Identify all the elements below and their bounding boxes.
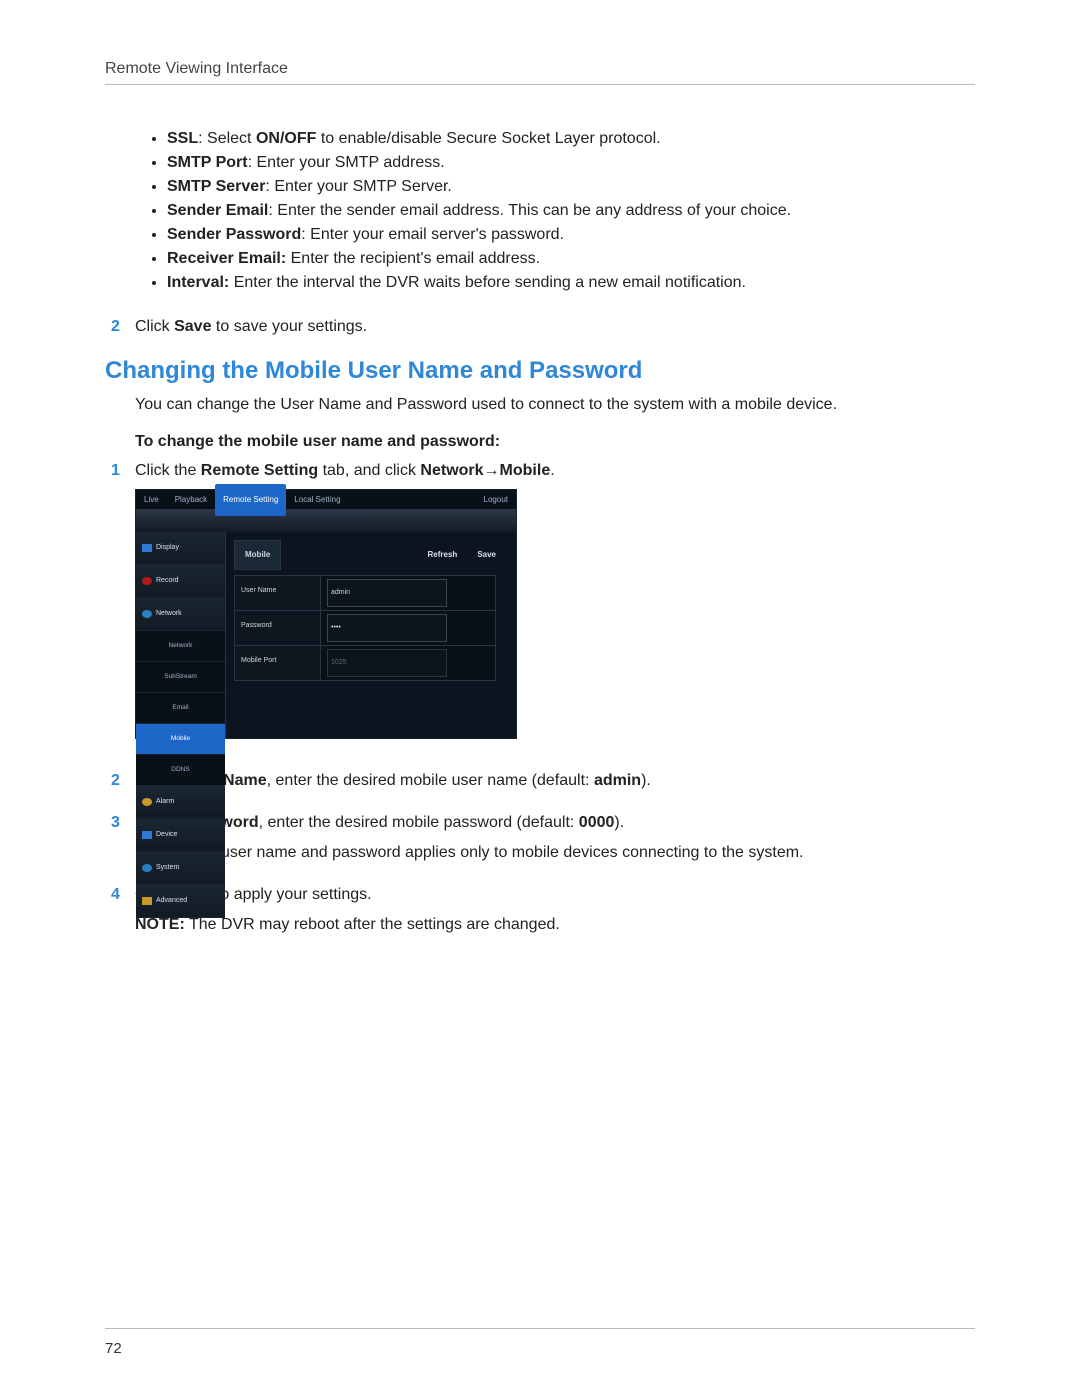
- list-item: SMTP Port: Enter your SMTP address.: [167, 151, 975, 175]
- screenshot-main-panel: Mobile Refresh Save User Name admin Pass…: [226, 532, 516, 738]
- step-row: 2 Click Save to save your settings.: [105, 315, 975, 339]
- tab-remote-setting: Remote Setting: [215, 484, 286, 516]
- list-item: Sender Email: Enter the sender email add…: [167, 199, 975, 223]
- section-heading: Changing the Mobile User Name and Passwo…: [105, 357, 975, 385]
- panel-title: Mobile: [234, 540, 281, 570]
- sidebar-sub-mobile: Mobile: [136, 724, 225, 755]
- form-row-mobile-port: Mobile Port 1025: [234, 645, 496, 681]
- footer-rule: [105, 1328, 975, 1329]
- screenshot-tabs: Live Playback Remote Setting Local Setti…: [136, 490, 516, 510]
- form-row-password: Password ••••: [234, 610, 496, 646]
- section-intro: You can change the User Name and Passwor…: [135, 393, 975, 417]
- page-number: 72: [105, 1340, 122, 1357]
- list-item: Interval: Enter the interval the DVR wai…: [167, 271, 975, 295]
- screenshot-dvr-interface: Live Playback Remote Setting Local Setti…: [135, 489, 517, 739]
- step-body: Under User Name, enter the desired mobil…: [135, 769, 975, 793]
- list-item: SSL: Select ON/OFF to enable/disable Sec…: [167, 127, 975, 151]
- step-row: 4 Click Save to apply your settings. NOT…: [105, 883, 975, 937]
- step-number: 2: [105, 769, 135, 793]
- tab-live: Live: [136, 484, 167, 516]
- sidebar-item-device: Device: [136, 819, 225, 852]
- tab-logout: Logout: [476, 484, 516, 516]
- step-body: Click the Remote Setting tab, and click …: [135, 459, 975, 751]
- refresh-button: Refresh: [428, 543, 458, 567]
- sidebar-sub-email: Email: [136, 693, 225, 724]
- section-subheading: To change the mobile user name and passw…: [135, 433, 975, 451]
- sidebar-sub-substream: SubStream: [136, 662, 225, 693]
- step-number: 1: [105, 459, 135, 751]
- tab-local-setting: Local Setting: [286, 484, 348, 516]
- form-row-username: User Name admin: [234, 575, 496, 611]
- sidebar-item-advanced: Advanced: [136, 885, 225, 918]
- list-item: SMTP Server: Enter your SMTP Server.: [167, 175, 975, 199]
- step-body: Under Password, enter the desired mobile…: [135, 811, 975, 865]
- save-button: Save: [477, 543, 496, 567]
- step-row: 3 Under Password, enter the desired mobi…: [105, 811, 975, 865]
- tab-playback: Playback: [167, 484, 215, 516]
- sidebar-item-alarm: Alarm: [136, 786, 225, 819]
- step-row: 1 Click the Remote Setting tab, and clic…: [105, 459, 975, 751]
- screenshot-sidebar: Display Record Network Network SubStream…: [136, 532, 226, 738]
- step-number: 3: [105, 811, 135, 865]
- step-body: Click Save to save your settings.: [135, 315, 975, 339]
- step-row: 2 Under User Name, enter the desired mob…: [105, 769, 975, 793]
- sidebar-sub-ddns: DDNS: [136, 755, 225, 786]
- header-rule: [105, 84, 975, 85]
- list-item: Receiver Email: Enter the recipient's em…: [167, 247, 975, 271]
- sidebar-item-display: Display: [136, 532, 225, 565]
- step-body: Click Save to apply your settings. NOTE:…: [135, 883, 975, 937]
- sidebar-item-record: Record: [136, 565, 225, 598]
- step-number: 2: [105, 315, 135, 339]
- sidebar-item-system: System: [136, 852, 225, 885]
- list-item: Sender Password: Enter your email server…: [167, 223, 975, 247]
- page-header: Remote Viewing Interface: [105, 60, 975, 84]
- step-number: 4: [105, 883, 135, 937]
- bullet-list: SSL: Select ON/OFF to enable/disable Sec…: [149, 127, 975, 295]
- sidebar-item-network: Network: [136, 598, 225, 631]
- sidebar-sub-network: Network: [136, 631, 225, 662]
